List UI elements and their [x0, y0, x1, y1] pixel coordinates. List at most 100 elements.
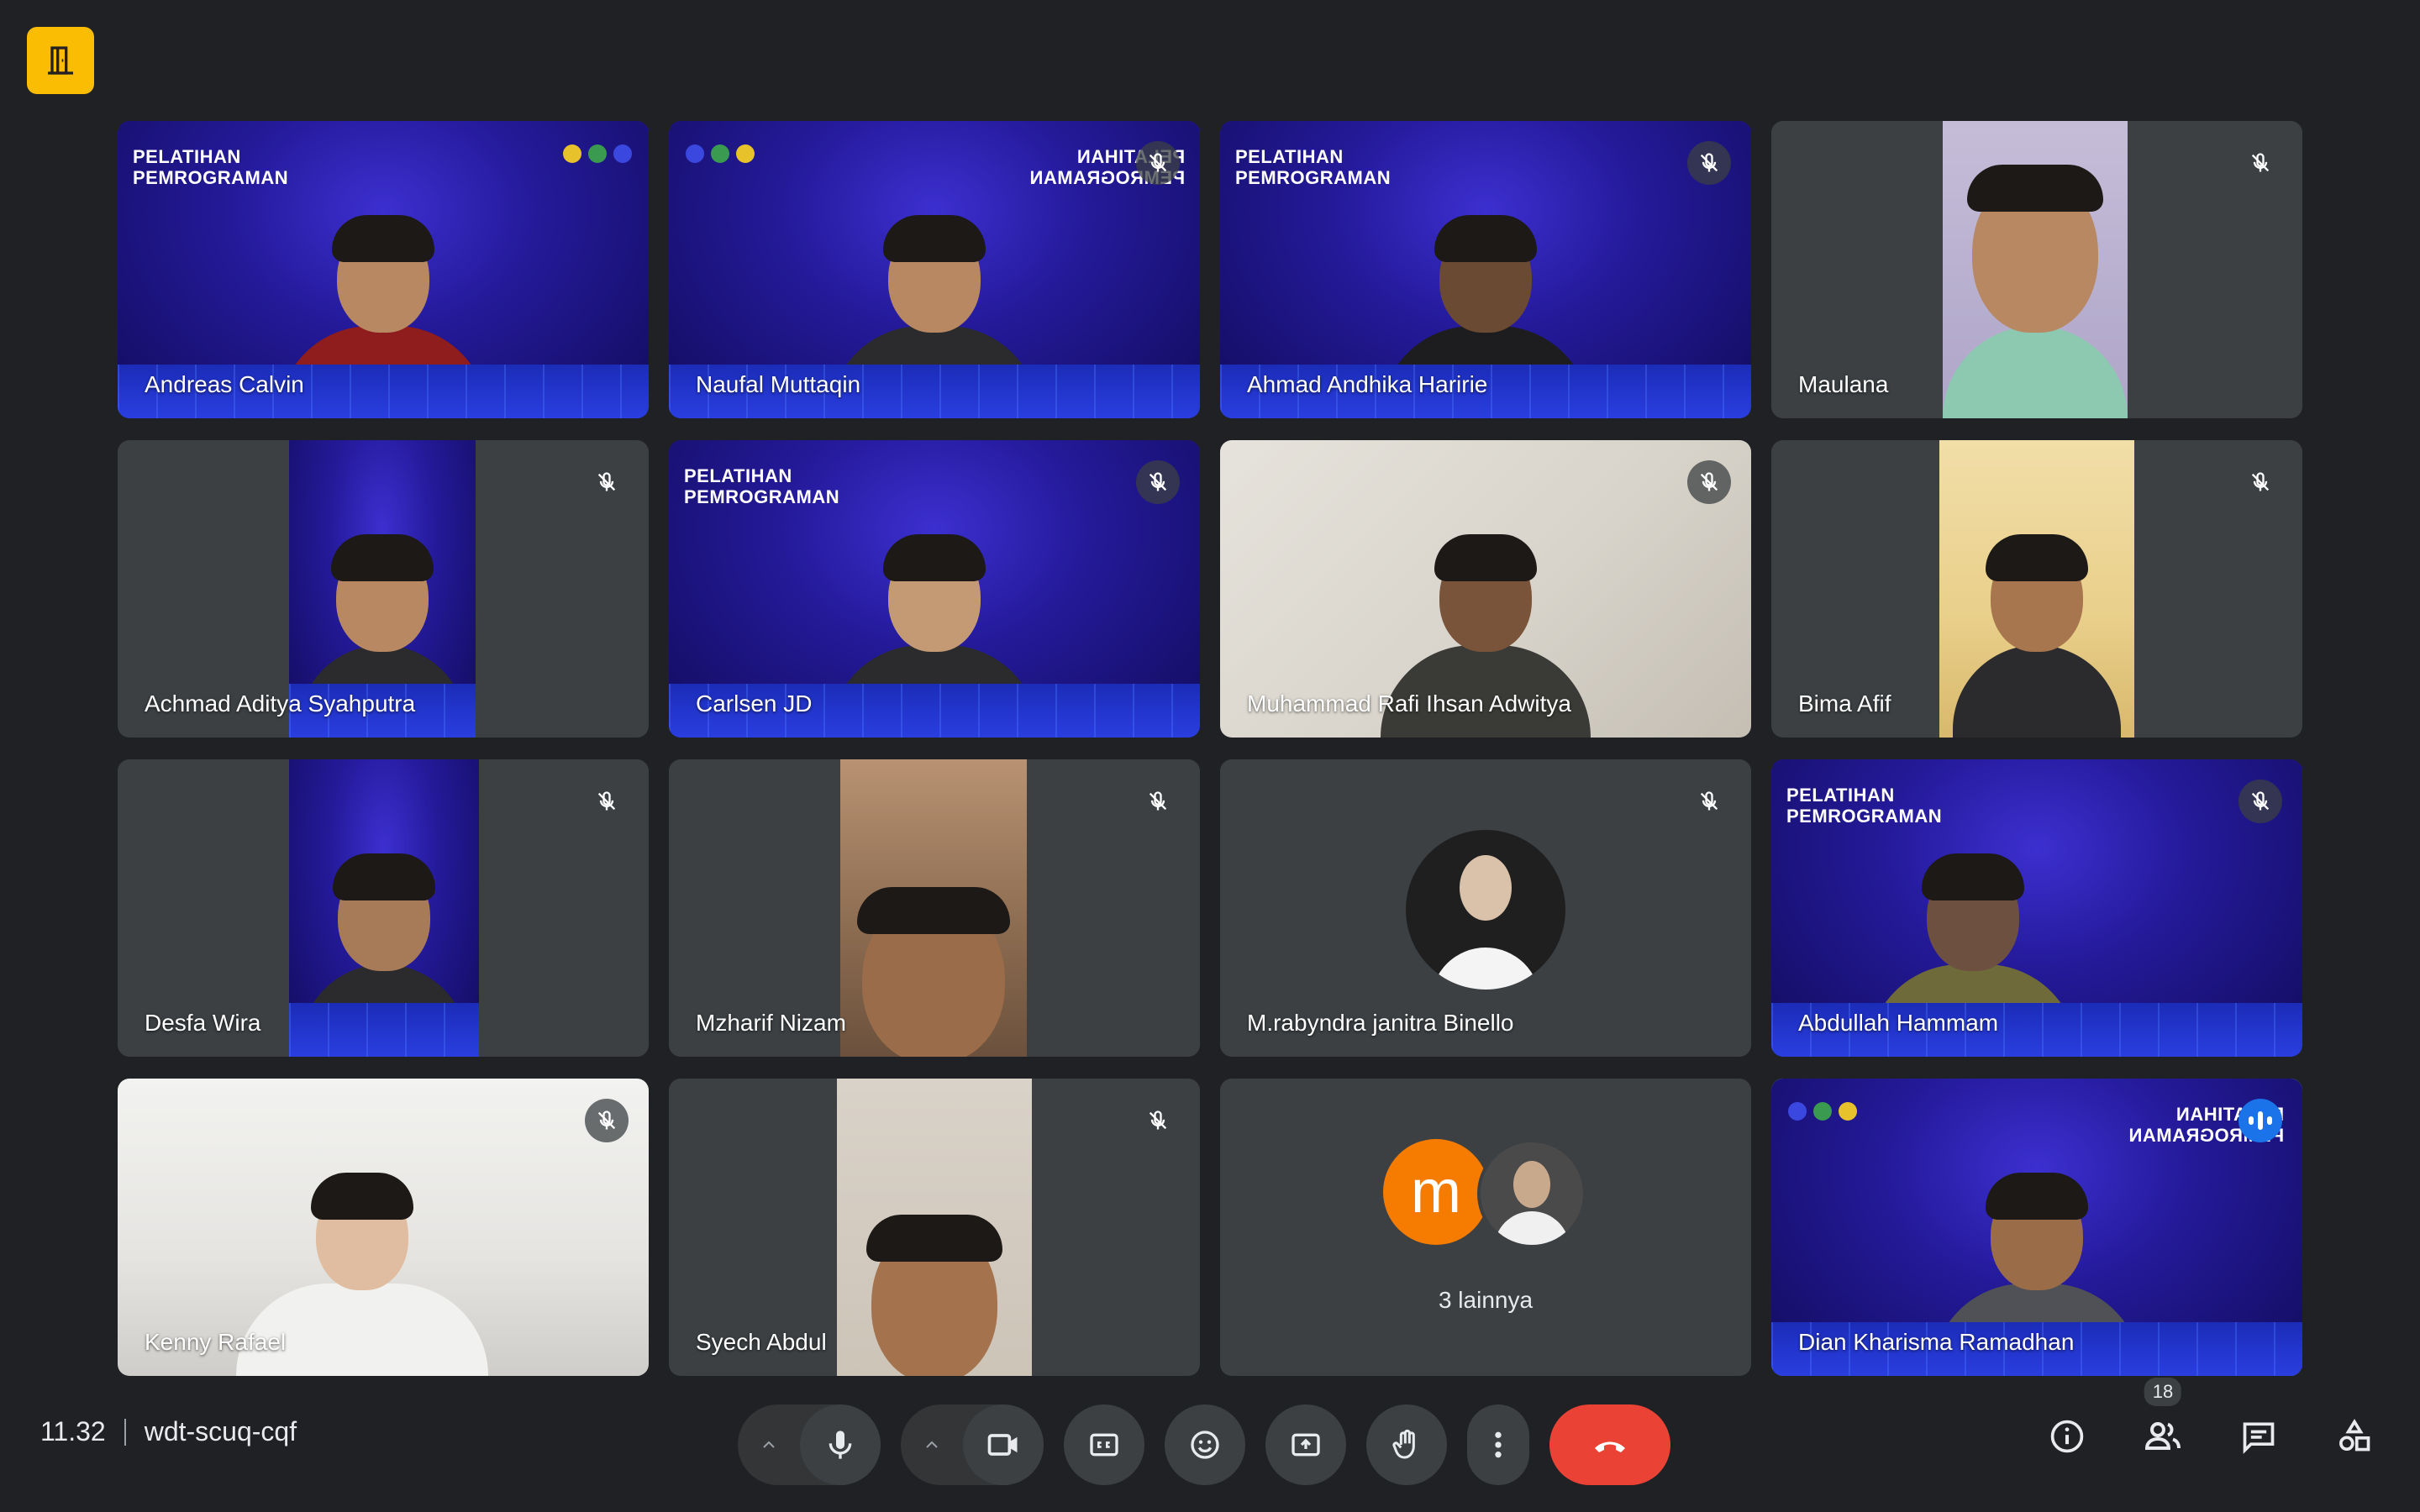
closed-captions-icon: [1090, 1433, 1118, 1457]
muted-mic-icon: [1687, 141, 1731, 185]
people-button[interactable]: 18: [2138, 1378, 2188, 1462]
banner-text: PELATIHAN PEMROGRAMAN: [684, 465, 840, 507]
participant-video: [1953, 534, 2121, 738]
participant-video: [857, 887, 1010, 1057]
meeting-badge[interactable]: [27, 27, 94, 94]
video-feed: [289, 759, 479, 1057]
more-avatars: m: [1383, 1139, 1588, 1248]
more-options-button[interactable]: [1467, 1404, 1529, 1485]
muted-mic-icon: [1136, 1099, 1180, 1142]
participant-tile[interactable]: M.rabyndra janitra Binello: [1220, 759, 1751, 1057]
participant-tile[interactable]: PELATIHAN PEMROGRAMAN Andreas Calvin: [118, 121, 649, 418]
participant-name: Syech Abdul: [696, 1329, 827, 1355]
avatar-initial: m: [1383, 1139, 1489, 1245]
meeting-details: 11.32 wdt-scuq-cqf: [40, 1416, 297, 1447]
muted-mic-icon: [2238, 460, 2282, 504]
chevron-up-icon: [926, 1441, 938, 1448]
call-controls: [738, 1404, 1670, 1485]
raise-hand-button[interactable]: [1366, 1404, 1447, 1485]
participant-grid: PELATIHAN PEMROGRAMAN Andreas Calvin PELA…: [118, 121, 2304, 1378]
control-bar: 11.32 wdt-scuq-cqf 18: [0, 1378, 2420, 1512]
participant-video: [278, 215, 488, 418]
activities-icon: [2339, 1419, 2370, 1452]
participant-name: Kenny Rafael: [145, 1329, 287, 1355]
participant-video: [829, 215, 1039, 418]
participant-name: Mzharif Nizam: [696, 1010, 846, 1036]
muted-mic-icon: [2238, 141, 2282, 185]
participant-name: Maulana: [1798, 371, 1889, 397]
participant-video: [829, 534, 1039, 738]
participant-video: [300, 853, 468, 1057]
muted-mic-icon: [1687, 780, 1731, 823]
participant-tile[interactable]: Mzharif Nizam: [669, 759, 1200, 1057]
side-panel-controls: 18: [2042, 1378, 2380, 1462]
participant-tile[interactable]: PELATIHAN PEMROGRAMAN Abdullah Hammam: [1771, 759, 2302, 1057]
participant-name: Muhammad Rafi Ihsan Adwitya: [1247, 690, 1571, 717]
separator: [124, 1418, 126, 1446]
meeting-info-button[interactable]: [2042, 1411, 2092, 1462]
camera-control: [901, 1404, 1044, 1485]
present-button[interactable]: [1265, 1404, 1346, 1485]
participant-tile[interactable]: Achmad Aditya Syahputra: [118, 440, 649, 738]
banner-text: PELATIHAN PEMROGRAMAN: [133, 146, 289, 188]
muted-mic-icon: [585, 780, 629, 823]
people-count-badge: 18: [2144, 1378, 2182, 1406]
captions-button[interactable]: [1064, 1404, 1144, 1485]
raise-hand-icon: [1392, 1429, 1415, 1459]
avatar: [1477, 1139, 1586, 1248]
chat-button[interactable]: [2233, 1411, 2284, 1462]
participant-tile[interactable]: PELATIHAN PEMROGRAMAN Ahmad Andhika Harir…: [1220, 121, 1751, 418]
participant-video: [866, 1215, 1002, 1376]
participant-tile[interactable]: Kenny Rafael: [118, 1079, 649, 1376]
audio-options-button[interactable]: [738, 1404, 800, 1485]
participant-tile[interactable]: Desfa Wira: [118, 759, 649, 1057]
participant-name: Bima Afif: [1798, 690, 1891, 717]
muted-mic-icon: [1687, 460, 1731, 504]
meeting-time: 11.32: [40, 1416, 106, 1446]
participant-tile[interactable]: Maulana: [1771, 121, 2302, 418]
participant-name: Abdullah Hammam: [1798, 1010, 1999, 1036]
video-feed: [837, 1079, 1032, 1376]
camera-button[interactable]: [963, 1404, 1044, 1485]
video-options-button[interactable]: [901, 1404, 963, 1485]
logos: [563, 144, 632, 163]
people-icon: [2144, 1422, 2181, 1450]
participant-video: [1943, 165, 2128, 418]
video-camera-icon: [987, 1434, 1018, 1456]
muted-mic-icon: [585, 1099, 629, 1142]
muted-mic-icon: [1136, 780, 1180, 823]
chat-icon: [2243, 1422, 2275, 1454]
participant-name: Dian Kharisma Ramadhan: [1798, 1329, 2075, 1355]
info-icon: [2050, 1420, 2084, 1453]
participant-name: Desfa Wira: [145, 1010, 261, 1036]
present-screen-icon: [1292, 1433, 1320, 1457]
chevron-up-icon: [763, 1441, 775, 1448]
logos: [1788, 1102, 1857, 1121]
participant-tile[interactable]: Muhammad Rafi Ihsan Adwitya: [1220, 440, 1751, 738]
video-feed: [1943, 121, 2128, 418]
participant-tile[interactable]: PELATIHAN PEMROGRAMAN Carlsen JD: [669, 440, 1200, 738]
participant-name: Ahmad Andhika Haririe: [1247, 371, 1488, 397]
participant-tile[interactable]: PELATIHAN PEMROGRAMAN Dian Kharisma Ramad…: [1771, 1079, 2302, 1376]
muted-mic-icon: [1136, 460, 1180, 504]
end-call-icon: [1595, 1441, 1625, 1452]
banner-text: PELATIHAN PEMROGRAMAN: [1786, 785, 1943, 827]
participant-name: Achmad Aditya Syahputra: [145, 690, 416, 717]
participant-tile[interactable]: Syech Abdul: [669, 1079, 1200, 1376]
more-participants-label: 3 lainnya: [1438, 1287, 1534, 1313]
meeting-code[interactable]: wdt-scuq-cqf: [145, 1416, 297, 1447]
participant-tile[interactable]: Bima Afif: [1771, 440, 2302, 738]
end-call-button[interactable]: [1549, 1404, 1670, 1485]
participant-name: Andreas Calvin: [145, 371, 304, 397]
mic-control: [738, 1404, 881, 1485]
activities-button[interactable]: [2329, 1411, 2380, 1462]
muted-mic-icon: [1136, 141, 1180, 185]
emoji-button[interactable]: [1165, 1404, 1245, 1485]
microphone-button[interactable]: [800, 1404, 881, 1485]
participant-tile[interactable]: PELATIHAN PEMROGRAMAN Naufal Muttaqin: [669, 121, 1200, 418]
more-participants-tile[interactable]: m 3 lainnya: [1220, 1079, 1751, 1376]
participant-name: Carlsen JD: [696, 690, 813, 717]
muted-mic-icon: [2238, 780, 2282, 823]
door-exit-icon: [48, 46, 73, 75]
participant-name: M.rabyndra janitra Binello: [1247, 1010, 1514, 1036]
